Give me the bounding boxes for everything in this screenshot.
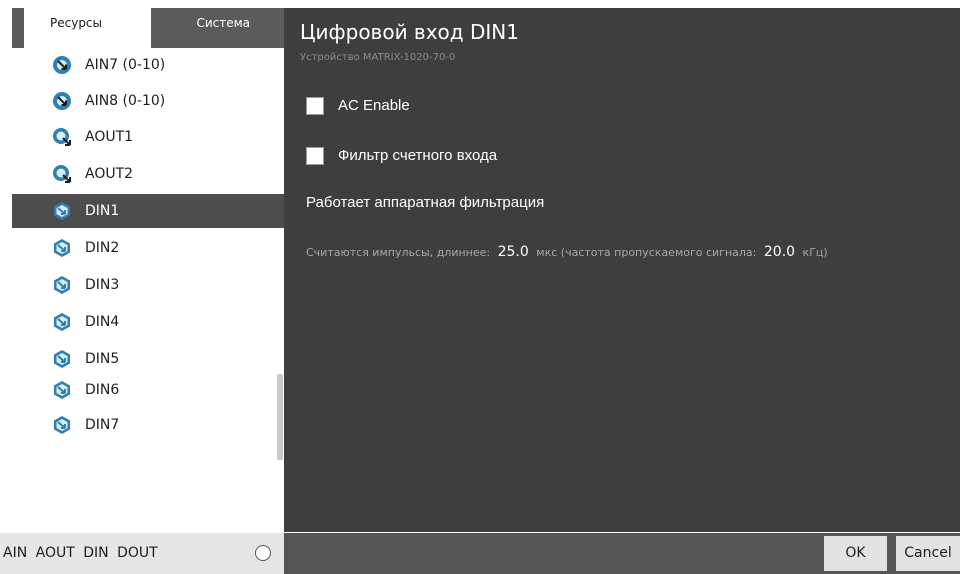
analog-output-icon	[53, 128, 71, 146]
counter-filter-label: Фильтр счетного входа	[338, 147, 498, 164]
tab-resources[interactable]: Ресурсы	[24, 8, 151, 48]
ac-enable-label: AC Enable	[338, 97, 410, 114]
sidebar-item-din2[interactable]: DIN2	[12, 231, 284, 265]
sidebar-item-label: DIN6	[85, 382, 120, 398]
pulse-duration-value: 25.0	[497, 244, 529, 260]
digital-input-icon	[54, 350, 70, 368]
pulse-info: Считаются импульсы, длиннее: 25.0 мкс (ч…	[306, 244, 828, 260]
digital-input-icon	[54, 381, 70, 399]
window-top-border	[0, 0, 960, 8]
sidebar-item-ain7[interactable]: AIN7 (0-10)	[12, 48, 284, 82]
filter-group: AIN AOUT DIN DOUT	[3, 533, 161, 574]
sidebar-item-din1[interactable]: DIN1	[12, 194, 284, 228]
analog-input-icon	[53, 92, 71, 110]
pulse-duration-unit: мкс	[536, 246, 558, 259]
sidebar-item-label: AOUT1	[85, 129, 134, 145]
dialog-footer: OK Cancel	[284, 533, 960, 574]
ok-button[interactable]: OK	[824, 536, 887, 571]
sidebar-tabs: Ресурсы Система	[12, 8, 284, 48]
device-subtitle: Устройство MATRIX-1020-70-0	[300, 52, 456, 63]
sidebar-item-label: DIN5	[85, 351, 120, 367]
sidebar-item-label: AIN7 (0-10)	[85, 57, 166, 73]
digital-input-icon	[54, 313, 70, 331]
sidebar-item-label: DIN3	[85, 277, 120, 293]
sidebar-item-label: AIN8 (0-10)	[85, 93, 166, 109]
tab-system[interactable]: Система	[151, 8, 284, 48]
digital-input-icon	[54, 416, 70, 434]
sidebar-item-din6[interactable]: DIN6	[12, 373, 284, 407]
hw-filter-text: Работает аппаратная фильтрация	[306, 194, 545, 211]
analog-input-icon	[53, 56, 71, 74]
freq-value: 20.0	[763, 244, 796, 260]
sidebar-item-aout1[interactable]: AOUT1	[12, 120, 284, 154]
pulse-prefix: Считаются импульсы, длиннее:	[306, 246, 491, 259]
sidebar-item-din4[interactable]: DIN4	[12, 305, 284, 339]
sidebar-item-din3[interactable]: DIN3	[12, 268, 284, 302]
analog-output-icon	[53, 165, 71, 183]
filter-aout[interactable]: AOUT	[36, 545, 75, 561]
window-left-border	[0, 8, 12, 574]
filter-din[interactable]: DIN	[83, 545, 108, 561]
page-title: Цифровой вход DIN1	[300, 20, 519, 44]
freq-unit: кГц)	[802, 246, 828, 259]
cancel-button[interactable]: Cancel	[896, 536, 960, 571]
sidebar-item-ain8[interactable]: AIN8 (0-10)	[12, 84, 284, 118]
counter-filter-option[interactable]: Фильтр счетного входа	[306, 147, 586, 167]
digital-input-icon	[54, 239, 70, 257]
filter-radio[interactable]	[255, 545, 271, 561]
sidebar-item-label: DIN1	[85, 203, 120, 219]
sidebar-scrollbar[interactable]	[277, 374, 283, 460]
filter-ain[interactable]: AIN	[3, 545, 27, 561]
sidebar-item-label: DIN2	[85, 240, 120, 256]
digital-input-icon	[54, 202, 70, 220]
filter-dout[interactable]: DOUT	[117, 545, 158, 561]
sidebar-item-din7[interactable]: DIN7	[12, 408, 284, 442]
sidebar-item-din5[interactable]: DIN5	[12, 342, 284, 376]
resource-sidebar: Ресурсы Система AIN7 (0-10) AIN8 (0-10) AO…	[12, 8, 284, 532]
freq-prefix: (частота пропускаемого сигнала:	[560, 246, 757, 259]
sidebar-item-label: DIN7	[85, 417, 120, 433]
sidebar-item-label: DIN4	[85, 314, 120, 330]
sidebar-filter-bar: AIN AOUT DIN DOUT	[0, 533, 284, 574]
details-panel: Цифровой вход DIN1 Устройство MATRIX-102…	[284, 8, 960, 532]
digital-input-icon	[54, 276, 70, 294]
counter-filter-checkbox[interactable]	[306, 147, 324, 165]
ac-enable-option[interactable]: AC Enable	[306, 97, 506, 117]
sidebar-item-aout2[interactable]: AOUT2	[12, 157, 284, 191]
sidebar-item-label: AOUT2	[85, 166, 134, 182]
ac-enable-checkbox[interactable]	[306, 97, 324, 115]
